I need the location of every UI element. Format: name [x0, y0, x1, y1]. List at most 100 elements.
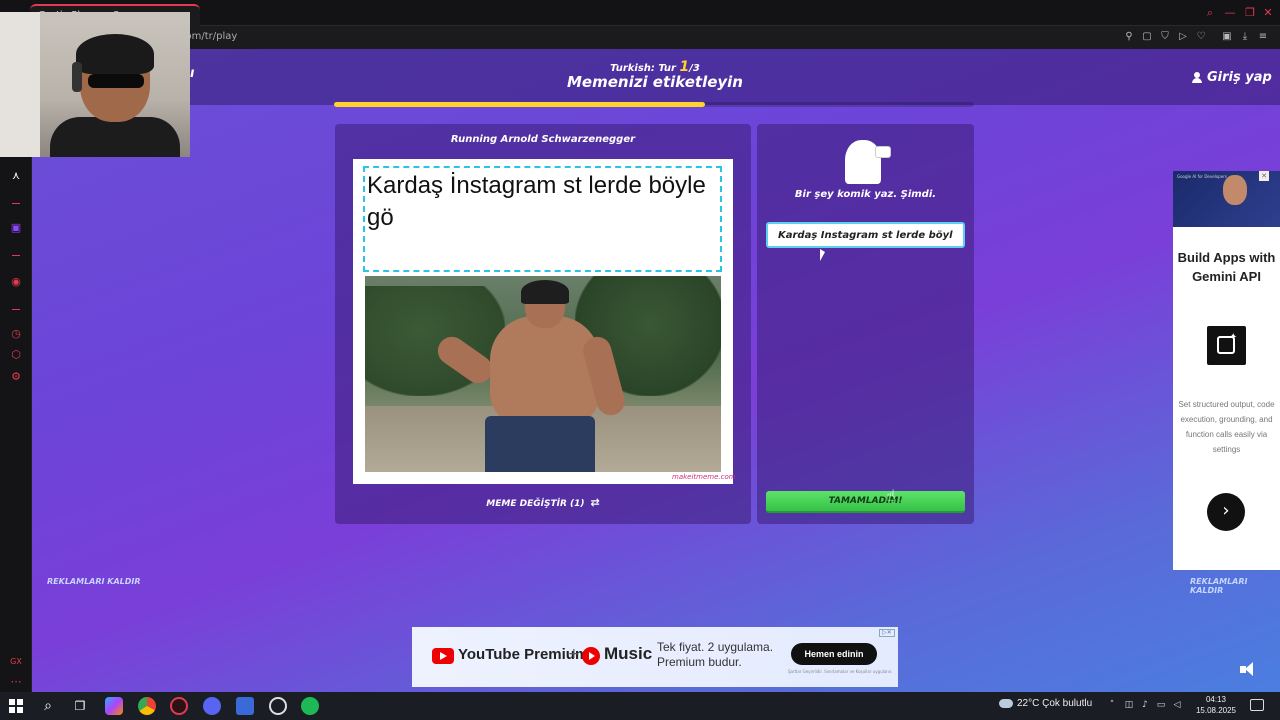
download-icon[interactable]: ⤓ — [1238, 30, 1252, 44]
bottom-ad-banner[interactable]: YouTube Premium + Music Tek fiyat. 2 uyg… — [412, 627, 898, 687]
more-icon[interactable]: ⋯ — [9, 675, 23, 689]
gemini-icon: ✦ — [1207, 326, 1246, 365]
gx-icon[interactable]: GX — [9, 655, 23, 669]
jeans — [485, 416, 595, 472]
shield-icon[interactable]: ⛉ — [1158, 30, 1172, 44]
clock-time: 04:13 — [1205, 695, 1227, 704]
tray-app-icon[interactable]: ◫ — [1124, 700, 1134, 710]
ad-headline: Build Apps with Gemini API — [1177, 250, 1276, 284]
notification-icon[interactable] — [1250, 699, 1264, 711]
start-tile — [9, 707, 15, 713]
pin-icon[interactable]: ⚲ — [1122, 30, 1136, 44]
cloud-icon — [999, 698, 1013, 708]
microphone-icon[interactable]: ♪ — [1140, 700, 1150, 710]
torso — [490, 316, 600, 426]
change-meme-label: MEME DEĞİŞTİR (1) — [486, 499, 585, 509]
sidebar-divider — [12, 255, 20, 256]
background-curtain — [0, 12, 40, 157]
player-icon[interactable]: ◉ — [9, 275, 23, 289]
chevron-up-icon[interactable]: ˄ — [1107, 700, 1117, 710]
sidebar-divider — [12, 203, 20, 204]
ad-fine-print: Şartlar Geçerlidir. Sınırlamalar ve Koşu… — [788, 669, 893, 674]
start-tile — [17, 699, 23, 705]
ad-tagline: Tek fiyat. 2 uygulama. Premium budur. — [657, 640, 773, 670]
ad-tagline-line1: Tek fiyat. 2 uygulama. — [657, 640, 774, 654]
ad-presenter — [1223, 175, 1247, 205]
chevron-right-icon[interactable]: › — [1207, 493, 1245, 531]
mascot-icon — [845, 134, 893, 184]
heart-icon[interactable]: ♡ — [1194, 30, 1208, 44]
maximize-icon[interactable]: ❐ — [1242, 5, 1258, 21]
hand-pointer-icon: ☝ — [886, 486, 896, 505]
change-meme-button[interactable]: MEME DEĞİŞTİR (1) ⇄ — [335, 496, 751, 509]
headset-icon — [72, 62, 82, 92]
meme-watermark: makeitmeme.com — [672, 473, 736, 481]
menu-icon[interactable]: ≡ — [1256, 30, 1270, 44]
caption-area[interactable]: Kardaş İnstagram st lerde böyle gö — [363, 166, 722, 272]
remove-ads-link-left[interactable]: REKLAMLARI KALDIR — [47, 577, 141, 586]
search-icon[interactable]: ⌕ — [1202, 5, 1218, 21]
webcam-overlay — [0, 12, 190, 157]
sparkle-icon: ✦ — [1229, 332, 1238, 343]
chrome-icon[interactable] — [138, 697, 156, 715]
twitch-icon[interactable]: ▣ — [9, 221, 23, 235]
weather-widget[interactable]: 22°C Çok bulutlu — [999, 698, 1099, 709]
app-icon[interactable] — [236, 697, 254, 715]
ad-brand-music: Music — [604, 644, 653, 663]
adchoices-icon[interactable]: ▷✕ — [879, 629, 895, 637]
login-label: Giriş yap — [1207, 69, 1272, 85]
screenshot-icon[interactable]: ▢ — [1140, 30, 1154, 44]
ad-close-icon[interactable]: ✕ — [1259, 171, 1269, 181]
clock-date: 15.08.2025 — [1195, 706, 1237, 715]
header-glyph: ı — [190, 66, 195, 81]
history-icon[interactable]: ◷ — [9, 327, 23, 341]
minimize-icon[interactable]: — — [1222, 5, 1238, 21]
obs-icon[interactable] — [269, 697, 287, 715]
start-tile — [9, 699, 15, 705]
login-button[interactable]: Giriş yap — [1192, 68, 1272, 86]
ad-thumbnail-text: Google AI for Developers — [1177, 174, 1227, 179]
meme-image — [365, 276, 721, 472]
streamer-body — [50, 117, 180, 157]
tab-strip: Gartic Phone - Oyun — [0, 0, 1280, 26]
box-icon[interactable]: ▣ — [1220, 30, 1234, 44]
search-icon[interactable]: ⌕ — [39, 697, 57, 715]
sunglasses — [88, 74, 144, 88]
copilot-icon[interactable] — [105, 697, 123, 715]
mouse-cursor-icon — [820, 249, 825, 261]
play-icon[interactable]: ▷ — [1176, 30, 1190, 44]
settings-icon[interactable]: ⚙ — [9, 370, 23, 384]
ad-body: Set structured output, code execution, g… — [1178, 400, 1275, 454]
spotify-icon[interactable] — [301, 697, 319, 715]
ad-cta-button[interactable]: Hemen edinin — [791, 643, 877, 665]
prompt-text: Bir şey komik yaz. Şimdi. — [794, 189, 937, 200]
meme-template-name: Running Arnold Schwarzenegger — [450, 134, 636, 145]
caption-text: Kardaş İnstagram st lerde böyle gö — [367, 172, 706, 231]
user-icon — [1192, 71, 1202, 83]
ad-tagline-line2: Premium budur. — [657, 655, 742, 669]
done-button[interactable]: TAMAMLADIM! — [766, 491, 965, 513]
close-icon[interactable]: ✕ — [1260, 5, 1276, 21]
streamer-hair — [76, 34, 154, 74]
sidebar-divider — [12, 309, 20, 310]
round-progress-bar — [334, 102, 974, 107]
clock[interactable]: 04:13 15.08.2025 — [1194, 694, 1238, 716]
youtube-logo-icon — [432, 648, 454, 664]
speaker-icon[interactable] — [1240, 662, 1258, 676]
caption-input[interactable] — [766, 222, 965, 248]
remove-ads-link-right[interactable]: REKLAMLARI KALDIR — [1190, 577, 1280, 595]
extensions-icon[interactable]: ⬡ — [9, 348, 23, 362]
page-title: Memenizi etiketleyin — [566, 73, 743, 91]
discord-icon[interactable] — [203, 697, 221, 715]
youtube-music-logo-icon — [582, 647, 600, 665]
network-icon[interactable]: ▭ — [1156, 700, 1166, 710]
round-progress-fill — [334, 102, 706, 107]
address-bar[interactable]: com/tr/play — [180, 28, 580, 46]
volume-icon[interactable]: ◁ — [1172, 700, 1182, 710]
windows-start-icon[interactable] — [9, 699, 23, 713]
caption-input-panel — [757, 124, 974, 524]
task-view-icon[interactable]: ❐ — [71, 697, 89, 715]
aria-icon[interactable]: ⋏ — [9, 169, 23, 183]
ad-plus: + — [568, 646, 580, 662]
opera-gx-icon[interactable] — [170, 697, 188, 715]
